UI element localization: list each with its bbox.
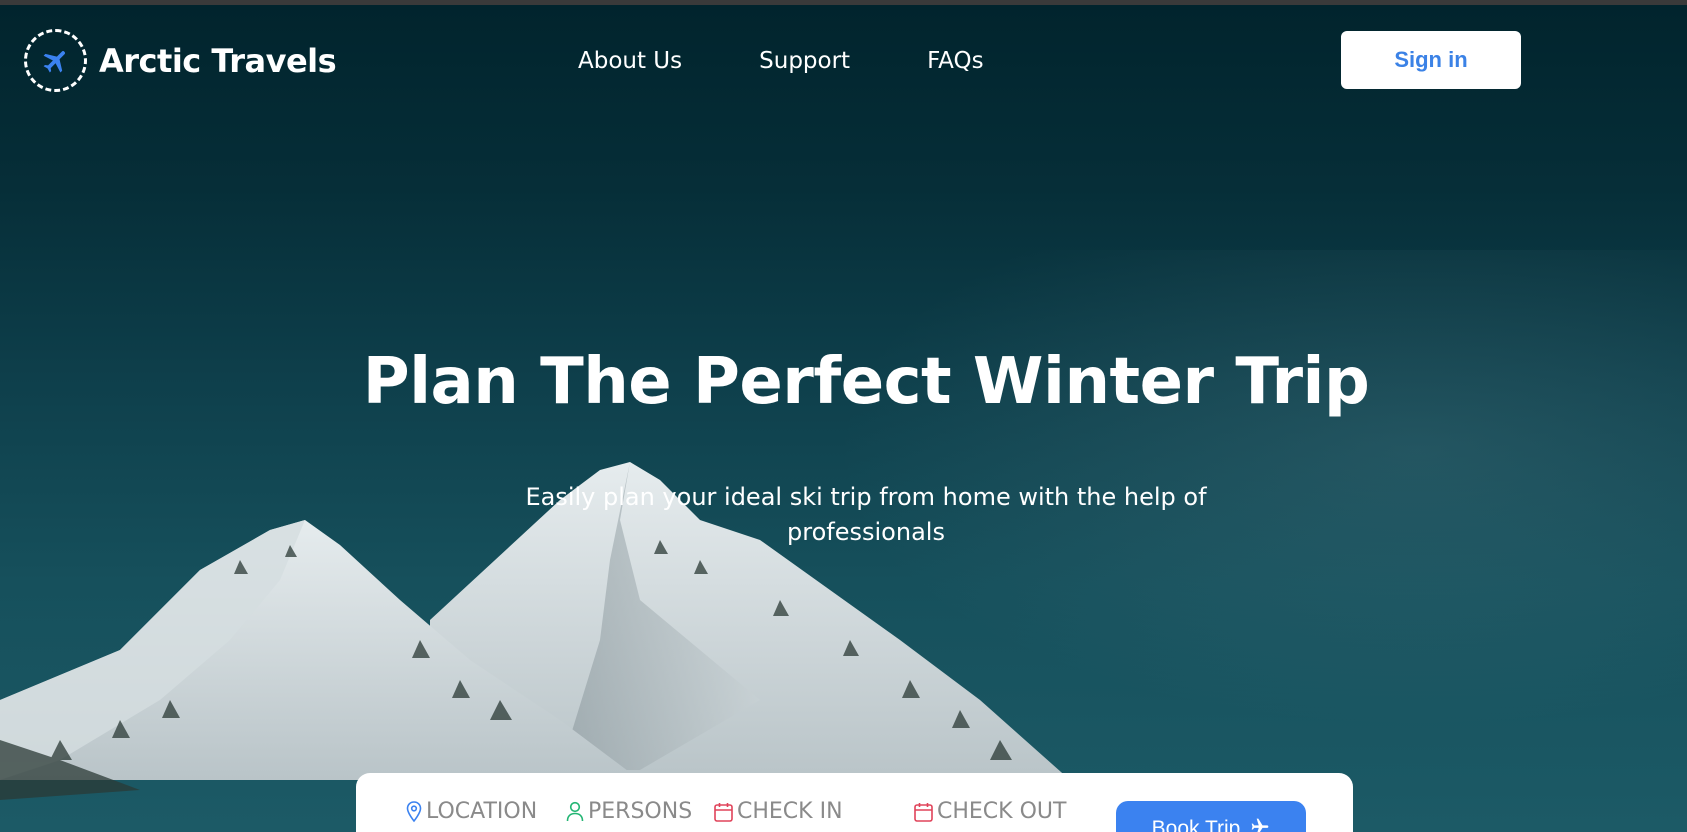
calendar-icon xyxy=(714,802,737,822)
hero-subtitle: Easily plan your ideal ski trip from hom… xyxy=(525,483,1207,546)
person-icon xyxy=(566,801,588,823)
nav-item-support[interactable]: Support xyxy=(759,48,850,74)
sign-in-button[interactable]: Sign in xyxy=(1341,31,1521,89)
airplane-icon xyxy=(41,46,71,76)
booking-panel: LOCATION PERSONS CHECK IN CHECK OUT Book… xyxy=(356,773,1353,832)
book-trip-label: Book Trip xyxy=(1151,817,1241,832)
brand-logo[interactable]: Arctic Travels xyxy=(24,29,337,92)
page: Arctic Travels About Us Support FAQs Sig… xyxy=(0,0,1687,832)
check-in-field[interactable]: CHECK IN xyxy=(714,799,843,824)
logo-badge xyxy=(24,29,87,92)
brand-name: Arctic Travels xyxy=(99,41,337,80)
nav-item-about-us[interactable]: About Us xyxy=(578,48,682,74)
check-out-label: CHECK OUT xyxy=(937,799,1067,824)
persons-label: PERSONS xyxy=(588,799,693,824)
main-nav: About Us Support FAQs xyxy=(578,48,984,74)
calendar-icon xyxy=(914,802,937,822)
persons-field[interactable]: PERSONS xyxy=(566,799,692,824)
nav-item-faqs[interactable]: FAQs xyxy=(927,48,984,74)
airplane-icon xyxy=(1250,817,1270,832)
location-field[interactable]: LOCATION xyxy=(406,799,537,824)
location-label: LOCATION xyxy=(426,799,538,824)
check-out-field[interactable]: CHECK OUT xyxy=(914,799,1066,824)
check-in-label: CHECK IN xyxy=(737,799,843,824)
hero-title: Plan The Perfect Winter Trip xyxy=(362,345,1370,419)
location-pin-icon xyxy=(406,800,426,823)
book-trip-button[interactable]: Book Trip xyxy=(1116,801,1306,832)
